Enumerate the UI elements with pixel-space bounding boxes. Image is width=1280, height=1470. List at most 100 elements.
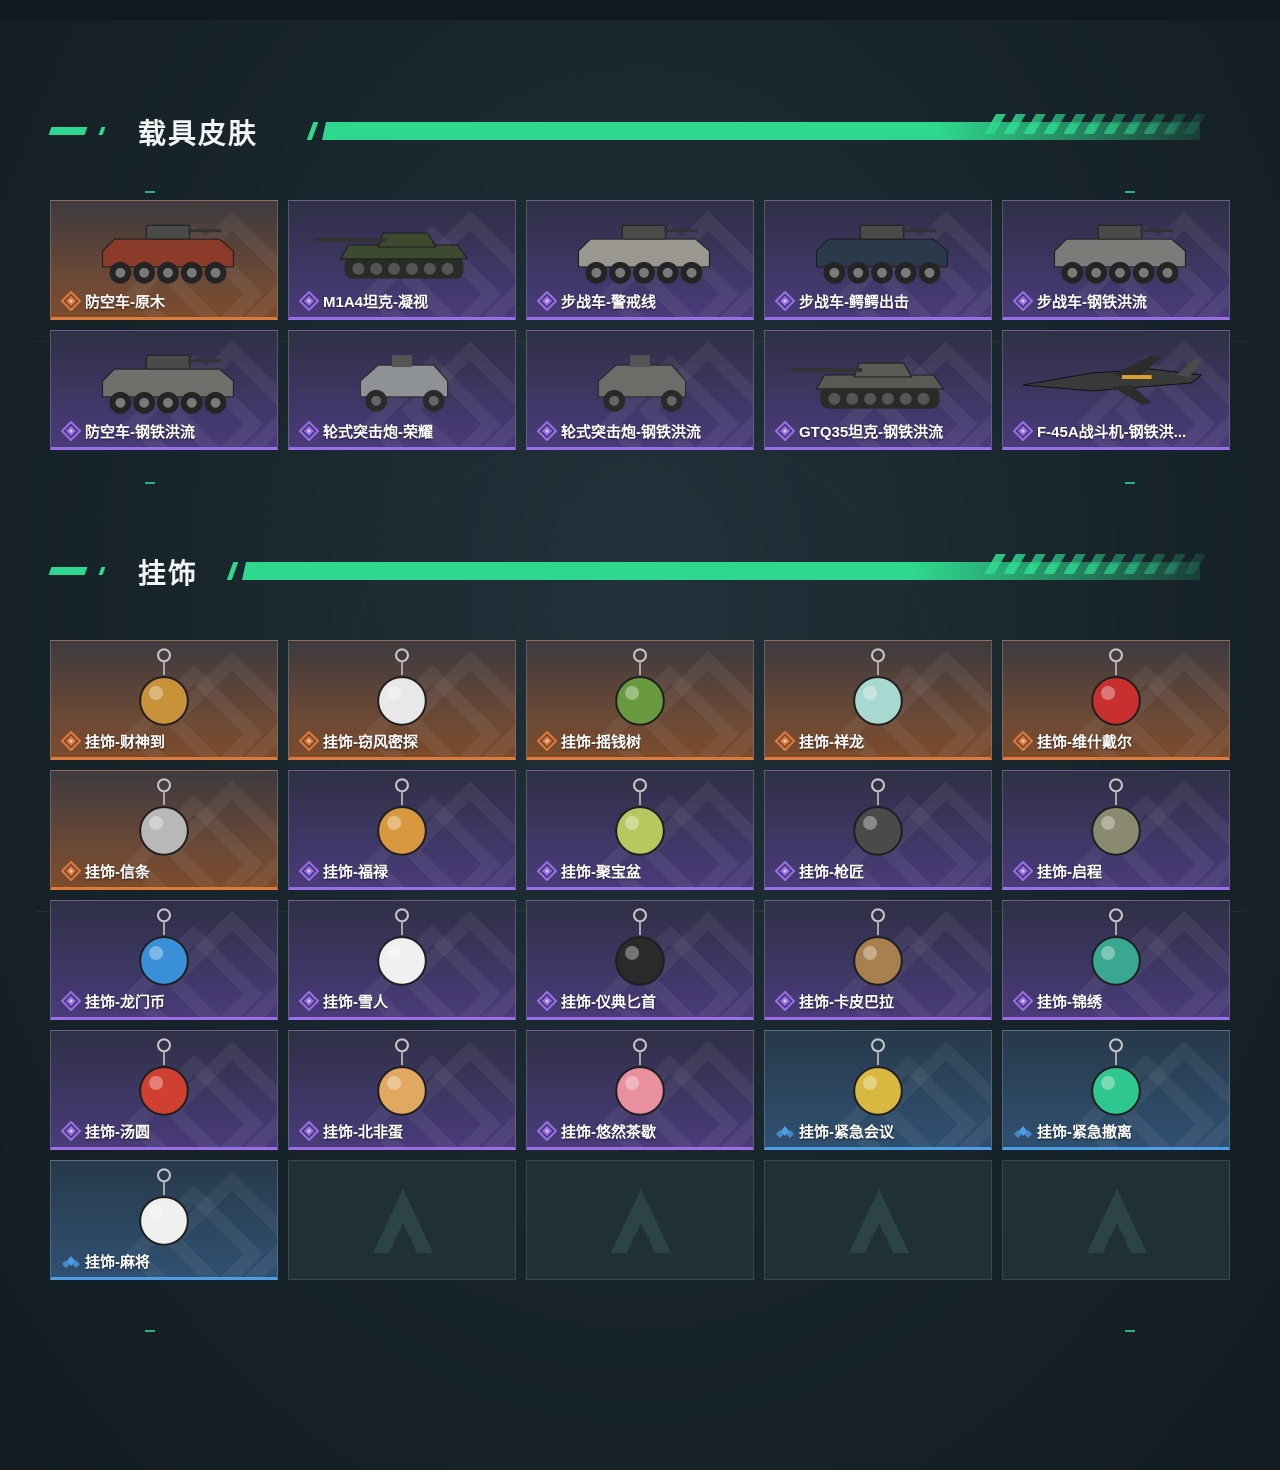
header-accent-bar — [98, 127, 106, 135]
charm-card[interactable]: 挂饰-福禄 — [288, 770, 516, 890]
card-name: M1A4坦克-凝视 — [299, 291, 513, 311]
charm-card[interactable]: 挂饰-汤圆 — [50, 1030, 278, 1150]
card-name: 防空车-原木 — [61, 291, 275, 311]
charm-icon — [853, 648, 903, 726]
card-name: 挂饰-麻将 — [61, 1251, 275, 1271]
frame-tick — [1125, 482, 1135, 484]
card-label: 挂饰-福禄 — [323, 863, 388, 881]
card-label: 轮式突击炮-钢铁洪流 — [561, 423, 701, 441]
rarity-icon — [61, 421, 81, 441]
charm-card[interactable]: 挂饰-卡皮巴拉 — [764, 900, 992, 1020]
charm-card[interactable]: 挂饰-锦绣 — [1002, 900, 1230, 1020]
charm-card[interactable]: 挂饰-启程 — [1002, 770, 1230, 890]
vehicle-skin-card[interactable]: 防空车-原木 — [50, 200, 278, 320]
charm-card[interactable]: 挂饰-北非蛋 — [288, 1030, 516, 1150]
rarity-icon — [537, 731, 557, 751]
apc-icon — [102, 224, 234, 284]
charm-card[interactable]: 挂饰-摇钱树 — [526, 640, 754, 760]
rarity-icon — [775, 991, 795, 1011]
vehicle-skin-card[interactable]: 步战车-警戒线 — [526, 200, 754, 320]
rarity-icon — [776, 1126, 794, 1138]
card-name: 挂饰-窃风密探 — [299, 731, 513, 751]
rarity-icon — [775, 861, 795, 881]
charm-icon — [1091, 908, 1141, 986]
card-label: GTQ35坦克-钢铁洪流 — [799, 423, 944, 441]
empty-slot — [526, 1160, 754, 1280]
vehicle-skin-card[interactable]: 轮式突击炮-荣耀 — [288, 330, 516, 450]
card-name: 挂饰-紧急撤离 — [1013, 1121, 1227, 1141]
header-accent-bar — [48, 127, 88, 135]
apc-icon — [1054, 224, 1186, 284]
vehicle-skin-card[interactable]: M1A4坦克-凝视 — [288, 200, 516, 320]
charm-card[interactable]: 挂饰-麻将 — [50, 1160, 278, 1280]
charm-icon — [853, 908, 903, 986]
apc-icon — [102, 354, 234, 414]
card-label: 挂饰-财神到 — [85, 733, 165, 751]
card-label: 挂饰-北非蛋 — [323, 1123, 403, 1141]
card-label: 挂饰-卡皮巴拉 — [799, 993, 894, 1011]
card-name: 挂饰-维什戴尔 — [1013, 731, 1227, 751]
card-label: 轮式突击炮-荣耀 — [323, 423, 433, 441]
charm-card[interactable]: 挂饰-枪匠 — [764, 770, 992, 890]
charm-card[interactable]: 挂饰-紧急撤离 — [1002, 1030, 1230, 1150]
game-logo-icon — [1087, 1189, 1147, 1253]
charm-card[interactable]: 挂饰-祥龙 — [764, 640, 992, 760]
rarity-icon — [299, 421, 319, 441]
charm-card[interactable]: 挂饰-聚宝盆 — [526, 770, 754, 890]
card-label: 挂饰-祥龙 — [799, 733, 864, 751]
vehicle-skin-card[interactable]: 防空车-钢铁洪流 — [50, 330, 278, 450]
frame-tick — [145, 482, 155, 484]
card-name: 步战车-警戒线 — [537, 291, 751, 311]
vehicle-skin-card[interactable]: 步战车-钢铁洪流 — [1002, 200, 1230, 320]
charm-icon — [377, 778, 427, 856]
top-band — [0, 0, 1280, 20]
rarity-icon — [61, 861, 81, 881]
charm-card[interactable]: 挂饰-紧急会议 — [764, 1030, 992, 1150]
card-name: 轮式突击炮-荣耀 — [299, 421, 513, 441]
card-name: GTQ35坦克-钢铁洪流 — [775, 421, 989, 441]
card-label: 防空车-原木 — [85, 293, 165, 311]
rarity-icon — [1013, 291, 1033, 311]
charm-card[interactable]: 挂饰-雪人 — [288, 900, 516, 1020]
card-label: 挂饰-仪典匕首 — [561, 993, 656, 1011]
card-label: 挂饰-聚宝盆 — [561, 863, 641, 881]
armored-car-icon — [359, 355, 449, 412]
tank-icon — [314, 232, 469, 279]
apc-icon — [578, 224, 710, 284]
header-accent-bar — [98, 567, 106, 575]
rarity-icon — [61, 991, 81, 1011]
empty-slot — [764, 1160, 992, 1280]
charm-icon — [139, 1168, 189, 1246]
card-label: 防空车-钢铁洪流 — [85, 423, 195, 441]
card-name: 挂饰-福禄 — [299, 861, 513, 881]
charm-card[interactable]: 挂饰-维什戴尔 — [1002, 640, 1230, 760]
header-checker-pattern — [993, 564, 1189, 574]
charm-card[interactable]: 挂饰-信条 — [50, 770, 278, 890]
tank-icon — [790, 362, 945, 409]
charm-icon — [139, 1038, 189, 1116]
card-label: 挂饰-麻将 — [85, 1253, 150, 1271]
card-label: 挂饰-雪人 — [323, 993, 388, 1011]
vehicle-skin-card[interactable]: 步战车-鳄鳄出击 — [764, 200, 992, 320]
charm-icon — [377, 648, 427, 726]
card-label: 挂饰-悠然茶歇 — [561, 1123, 656, 1141]
rarity-icon — [61, 731, 81, 751]
card-name: 挂饰-启程 — [1013, 861, 1227, 881]
header-checker-pattern — [993, 124, 1189, 134]
card-label: 挂饰-信条 — [85, 863, 150, 881]
charm-card[interactable]: 挂饰-窃风密探 — [288, 640, 516, 760]
card-name: 挂饰-雪人 — [299, 991, 513, 1011]
vehicle-skin-card[interactable]: GTQ35坦克-钢铁洪流 — [764, 330, 992, 450]
charm-card[interactable]: 挂饰-龙门币 — [50, 900, 278, 1020]
card-name: 挂饰-北非蛋 — [299, 1121, 513, 1141]
vehicle-skin-card[interactable]: F-45A战斗机-钢铁洪... — [1002, 330, 1230, 450]
card-label: 挂饰-窃风密探 — [323, 733, 418, 751]
rarity-icon — [1013, 421, 1033, 441]
charm-card[interactable]: 挂饰-仪典匕首 — [526, 900, 754, 1020]
charm-card[interactable]: 挂饰-悠然茶歇 — [526, 1030, 754, 1150]
vehicle-skin-card[interactable]: 轮式突击炮-钢铁洪流 — [526, 330, 754, 450]
rarity-icon — [299, 861, 319, 881]
game-logo-icon — [849, 1189, 909, 1253]
charm-icon — [139, 648, 189, 726]
charm-card[interactable]: 挂饰-财神到 — [50, 640, 278, 760]
